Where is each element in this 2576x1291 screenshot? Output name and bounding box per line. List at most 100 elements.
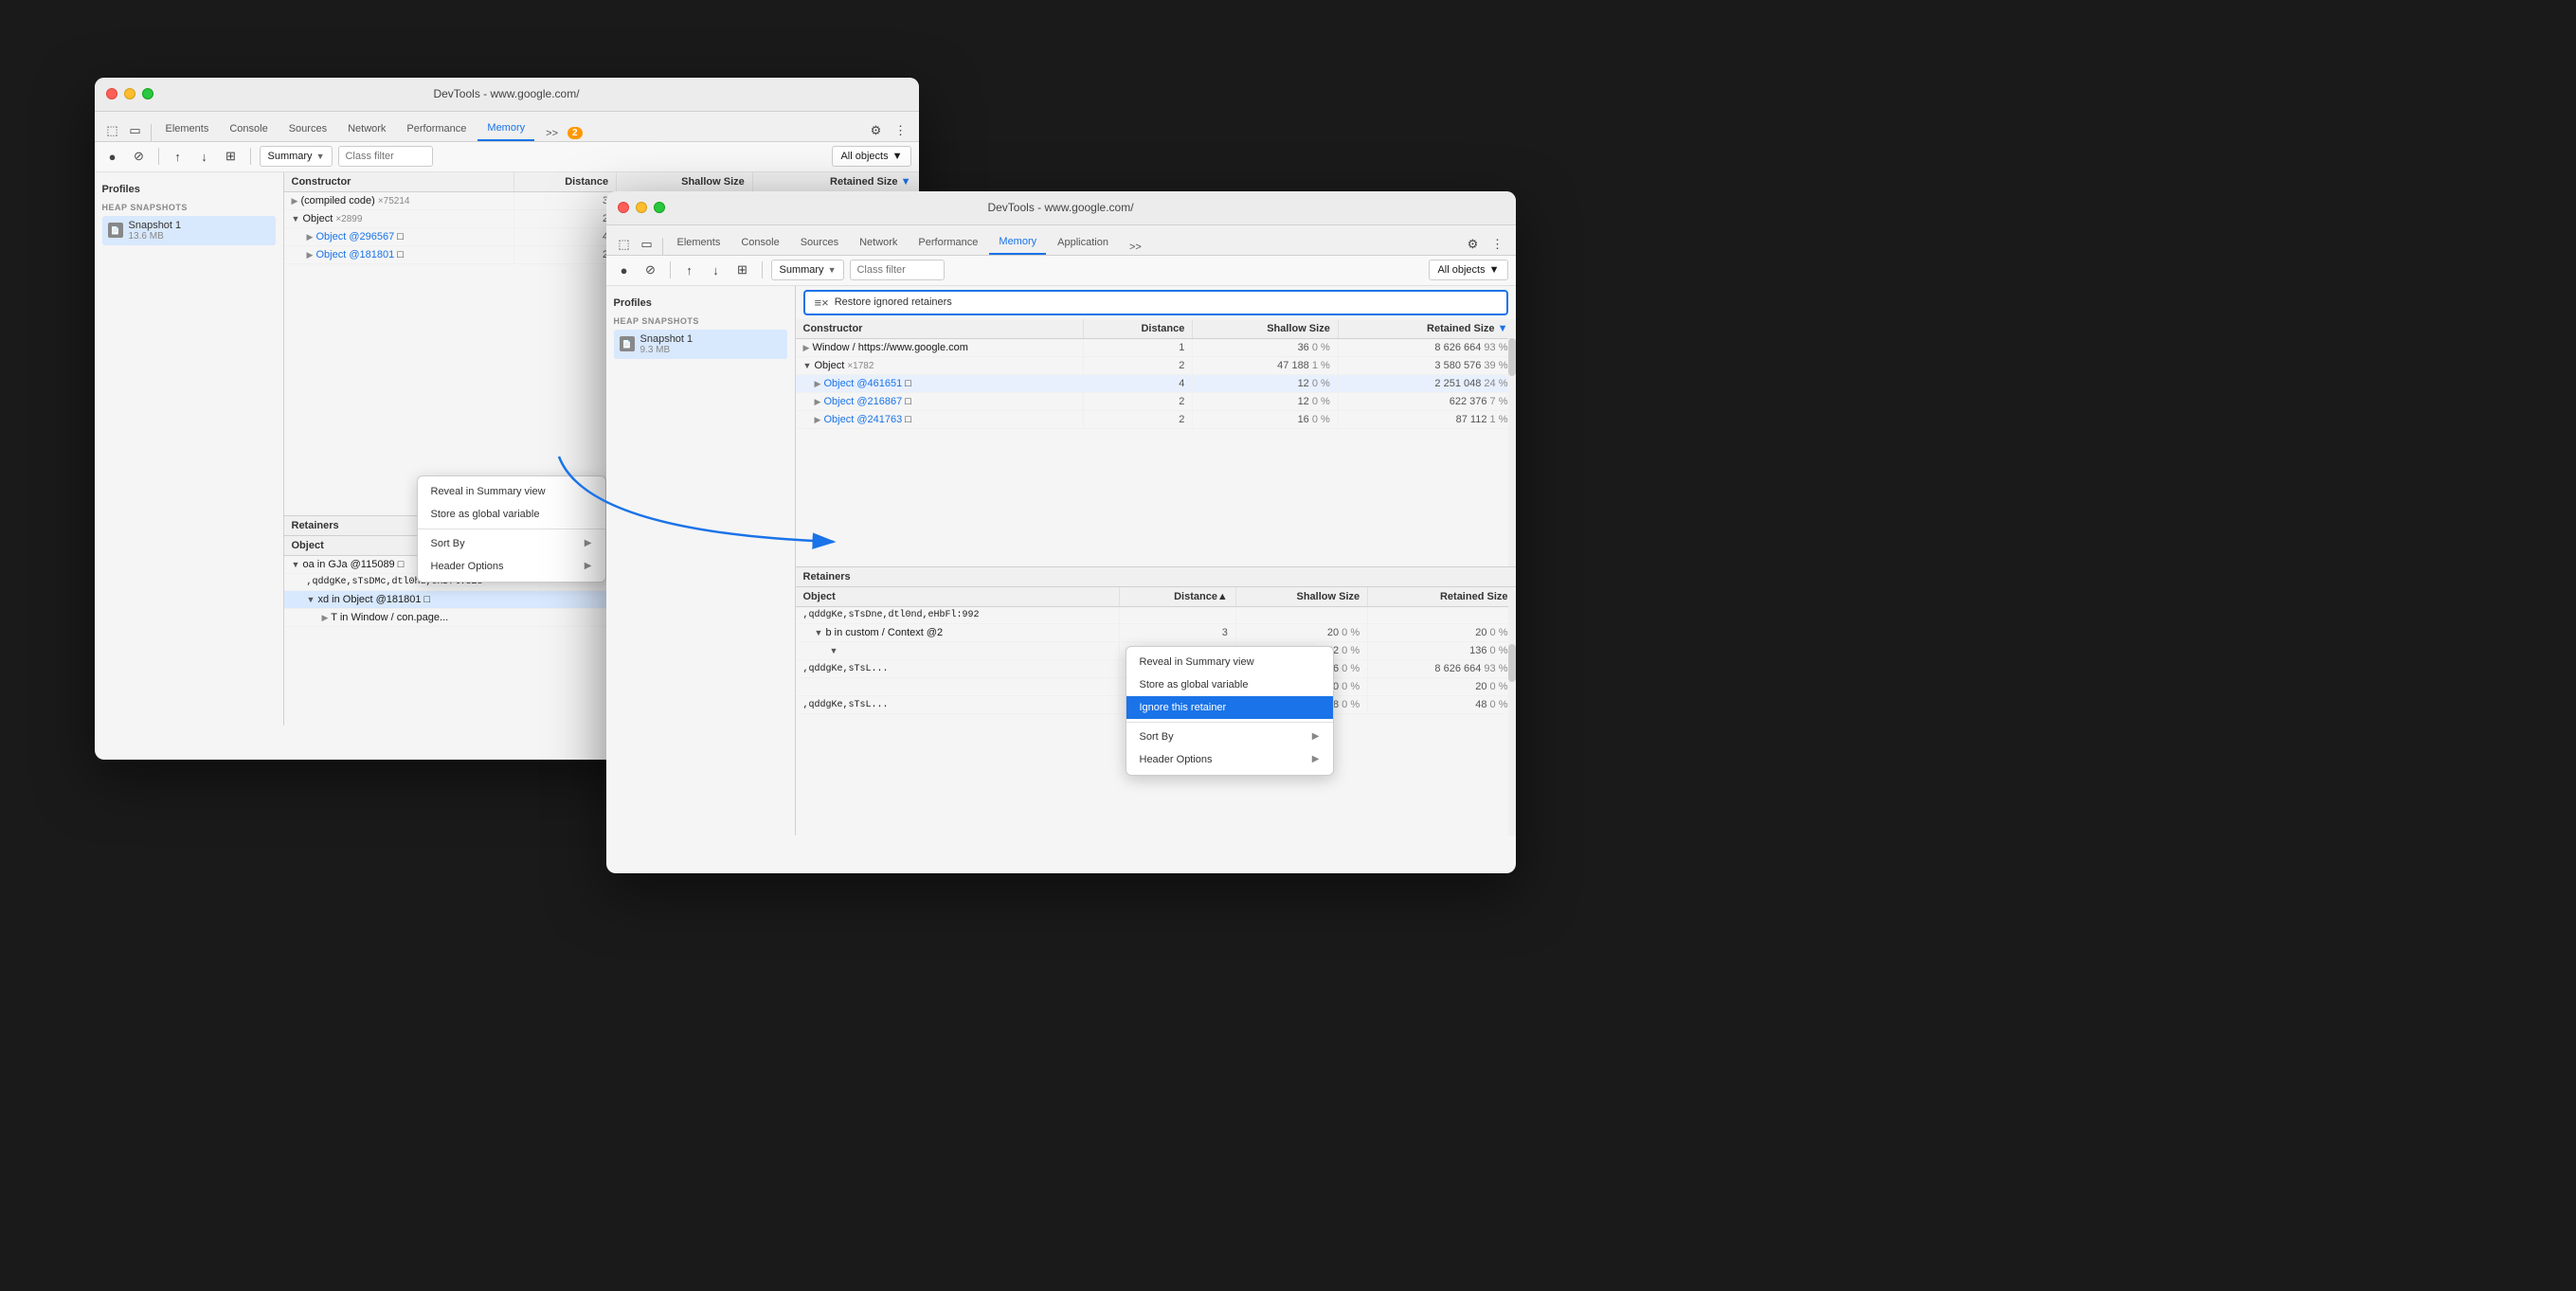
tab-application-front[interactable]: Application xyxy=(1048,230,1118,255)
device-icon-front[interactable]: ▭ xyxy=(637,234,658,255)
tab-console-front[interactable]: Console xyxy=(731,230,788,255)
table-row[interactable]: ▼ b in custom / Context @2 3 20 0 % 20 0… xyxy=(796,624,1516,642)
tab-console-back[interactable]: Console xyxy=(220,117,277,141)
download-icon-front[interactable]: ↓ xyxy=(706,260,727,280)
ctx-sep-front xyxy=(1126,722,1333,723)
tab-sources-front[interactable]: Sources xyxy=(791,230,848,255)
col-distance-front: Distance xyxy=(1084,319,1193,339)
record-icon-back[interactable]: ● xyxy=(102,146,123,167)
all-objects-front[interactable]: All objects ▼ xyxy=(1429,260,1507,280)
ctx-sortby-front[interactable]: Sort By ▶ xyxy=(1126,726,1333,748)
scrollbar-track-constructor[interactable] xyxy=(1508,319,1516,567)
ctx-ignore-front[interactable]: Ignore this retainer xyxy=(1126,696,1333,719)
scrollbar-track-retainers[interactable] xyxy=(1508,587,1516,835)
ctx-store-back[interactable]: Store as global variable xyxy=(418,503,605,526)
more-options-icon-back[interactable]: ⋮ xyxy=(891,120,911,141)
ctx-reveal-front[interactable]: Reveal in Summary view xyxy=(1126,651,1333,673)
summary-arrow-back: ▼ xyxy=(316,152,325,161)
traffic-lights-back xyxy=(106,88,153,99)
snapshot-name-back: Snapshot 1 xyxy=(129,220,182,231)
ret-obj-cell: ▼ b in custom / Context @2 xyxy=(796,624,1120,642)
restore-banner[interactable]: ≡× Restore ignored retainers xyxy=(803,290,1508,315)
more-options-icon-front[interactable]: ⋮ xyxy=(1487,234,1508,255)
tab-elements-front[interactable]: Elements xyxy=(668,230,730,255)
expand-icon[interactable]: ▶ xyxy=(307,250,314,260)
more-tabs-front: >> xyxy=(1124,240,1147,255)
constructor-table-element-front: Constructor Distance Shallow Size Retain… xyxy=(796,319,1516,429)
col-shallow-back: Shallow Size xyxy=(617,172,753,192)
tab-performance-front[interactable]: Performance xyxy=(909,230,987,255)
more-tabs-btn-back[interactable]: >> xyxy=(540,126,564,141)
ctx-header-front[interactable]: Header Options ▶ xyxy=(1126,748,1333,771)
class-filter-back[interactable] xyxy=(338,146,433,167)
ctx-store-front[interactable]: Store as global variable xyxy=(1126,673,1333,696)
table-row[interactable]: ▶ Window / https://www.google.com 1 36 0… xyxy=(796,338,1516,356)
tab-memory-back[interactable]: Memory xyxy=(477,117,534,141)
constructor-cell: ▶ Window / https://www.google.com xyxy=(796,338,1084,356)
tab-network-back[interactable]: Network xyxy=(338,117,395,141)
constructor-table-front: Constructor Distance Shallow Size Retain… xyxy=(796,319,1516,567)
snapshot-size-front: 9.3 MB xyxy=(640,345,694,355)
minimize-button-front[interactable] xyxy=(636,202,647,213)
download-icon-back[interactable]: ↓ xyxy=(194,146,215,167)
clear-icon-front[interactable]: ⊘ xyxy=(640,260,661,280)
tab-performance-back[interactable]: Performance xyxy=(397,117,476,141)
collect-icon-back[interactable]: ⊞ xyxy=(221,146,242,167)
snapshot-info-back: Snapshot 1 13.6 MB xyxy=(129,220,182,242)
table-row[interactable]: ▶ Object @461651 □ 4 12 0 % 2 251 048 24… xyxy=(796,374,1516,392)
table-row[interactable]: ▶ Object @216867 □ 2 12 0 % 622 376 7 % xyxy=(796,392,1516,410)
record-icon-front[interactable]: ● xyxy=(614,260,635,280)
snapshot-name-front: Snapshot 1 xyxy=(640,333,694,345)
all-objects-back[interactable]: All objects ▼ xyxy=(832,146,910,167)
maximize-button-back[interactable] xyxy=(142,88,153,99)
expand-icon[interactable]: ▶ xyxy=(307,232,314,242)
snapshot-icon-front: 📄 xyxy=(620,336,635,351)
clear-icon-back[interactable]: ⊘ xyxy=(129,146,150,167)
scrollbar-thumb-constructor[interactable] xyxy=(1508,338,1516,376)
snapshot-item-back[interactable]: 📄 Snapshot 1 13.6 MB xyxy=(102,216,276,245)
summary-dropdown-back[interactable]: Summary ▼ xyxy=(260,146,333,167)
class-filter-front[interactable] xyxy=(850,260,945,280)
device-icon[interactable]: ▭ xyxy=(125,120,146,141)
summary-dropdown-front[interactable]: Summary ▼ xyxy=(771,260,845,280)
tab-sources-back[interactable]: Sources xyxy=(279,117,336,141)
distance-cell: 2 xyxy=(514,245,617,263)
profiles-title-back: Profiles xyxy=(102,184,276,195)
upload-icon-back[interactable]: ↑ xyxy=(168,146,189,167)
close-button-front[interactable] xyxy=(618,202,629,213)
tab-network-front[interactable]: Network xyxy=(850,230,907,255)
expand-icon[interactable]: ▼ xyxy=(292,214,300,224)
upload-icon-front[interactable]: ↑ xyxy=(679,260,700,280)
settings-icon-back[interactable]: ⚙ xyxy=(866,120,887,141)
ctx-reveal-back[interactable]: Reveal in Summary view xyxy=(418,480,605,503)
close-button-back[interactable] xyxy=(106,88,117,99)
collect-icon-front[interactable]: ⊞ xyxy=(732,260,753,280)
header-arrow-front: ▶ xyxy=(1312,754,1320,764)
col-distance-back: Distance xyxy=(514,172,617,192)
ctx-sortby-back[interactable]: Sort By ▶ xyxy=(418,532,605,555)
constructor-cell: ▶ (compiled code) ×75214 xyxy=(284,191,514,209)
window-title-back: DevTools - www.google.com/ xyxy=(433,87,579,100)
minimize-button-back[interactable] xyxy=(124,88,135,99)
table-row[interactable]: ▼ Object ×1782 2 47 188 1 % 3 580 576 39… xyxy=(796,356,1516,374)
tab-memory-front[interactable]: Memory xyxy=(989,230,1046,255)
tab-elements-back[interactable]: Elements xyxy=(156,117,219,141)
sidebar-back: Profiles HEAP SNAPSHOTS 📄 Snapshot 1 13.… xyxy=(95,172,284,726)
settings-icon-front[interactable]: ⚙ xyxy=(1463,234,1484,255)
ret-obj-cell: ,qddgKe,sTsL... xyxy=(796,696,1120,714)
all-objects-label-back: All objects xyxy=(840,151,888,162)
expand-icon[interactable]: ▶ xyxy=(292,196,298,206)
maximize-button-front[interactable] xyxy=(654,202,665,213)
restore-label: Restore ignored retainers xyxy=(835,296,952,308)
constructor-cell: ▼ Object ×1782 xyxy=(796,356,1084,374)
snapshot-item-front[interactable]: 📄 Snapshot 1 9.3 MB xyxy=(614,330,787,359)
inspect-icon-front[interactable]: ⬚ xyxy=(614,234,635,255)
more-tabs-btn-front[interactable]: >> xyxy=(1124,240,1147,255)
scrollbar-thumb-retainers[interactable] xyxy=(1508,644,1516,682)
table-row[interactable]: ▶ Object @241763 □ 2 16 0 % 87 112 1 % xyxy=(796,410,1516,428)
inspect-icon[interactable]: ⬚ xyxy=(102,120,123,141)
constructor-cell: ▶ Object @461651 □ xyxy=(796,374,1084,392)
summary-label-front: Summary xyxy=(780,264,824,276)
table-row[interactable]: ,qddgKe,sTsDne,dtl0nd,eHbFl:992 xyxy=(796,607,1516,624)
ctx-header-back[interactable]: Header Options ▶ xyxy=(418,555,605,578)
